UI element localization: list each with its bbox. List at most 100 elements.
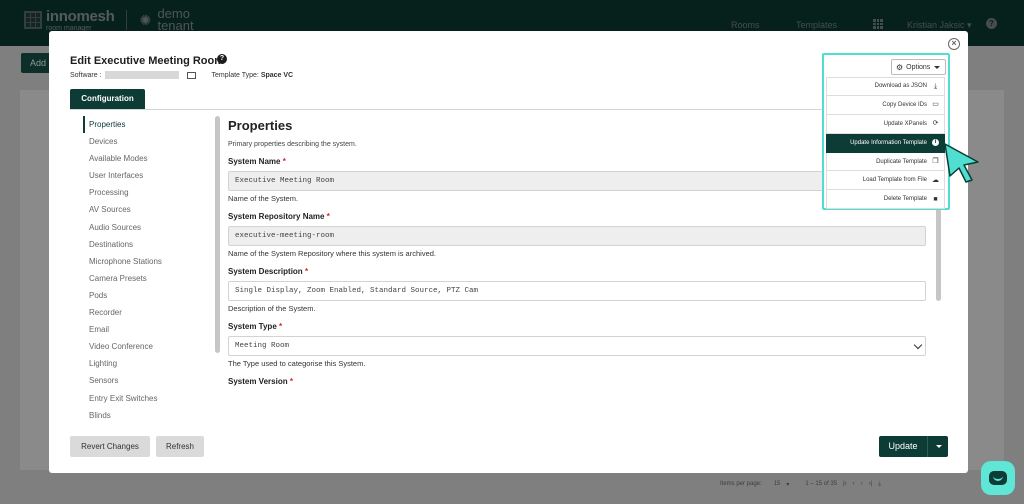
sidebar-item-devices[interactable]: Devices — [83, 133, 213, 150]
edit-template-modal: Edit Executive Meeting Room ? Software :… — [49, 31, 968, 473]
menu-item-download-json[interactable]: Download as JSON ⤓ — [826, 77, 945, 96]
sidebar-item-video-conference[interactable]: Video Conference — [83, 338, 213, 355]
software-line: Software : Template Type: Space VC — [70, 71, 293, 79]
close-icon[interactable]: × — [948, 38, 960, 50]
paginator: Items per page: 15 ▾ 1 – 15 of 35 |‹ ‹ ›… — [720, 478, 1000, 490]
required-mark: * — [289, 377, 293, 386]
tab-divider — [70, 109, 948, 110]
system-repo-field[interactable]: executive-meeting-room — [228, 226, 926, 246]
system-type-select[interactable]: Meeting Room — [228, 336, 926, 356]
sidebar-item-entry-exit-switches[interactable]: Entry Exit Switches — [83, 390, 213, 407]
menu-item-label: Delete Template — [883, 196, 927, 203]
first-page-icon[interactable]: |‹ — [843, 481, 847, 487]
menu-item-update-xpanels[interactable]: Update XPanels ⟳ — [826, 114, 945, 134]
required-mark: * — [282, 157, 286, 166]
sidebar-item-destinations[interactable]: Destinations — [83, 236, 213, 253]
menu-item-duplicate-template[interactable]: Duplicate Template ❐ — [826, 152, 945, 172]
last-page-icon[interactable]: ›| — [869, 481, 873, 487]
items-per-page-label: Items per page: — [720, 481, 762, 487]
sidebar-item-lighting[interactable]: Lighting — [83, 355, 213, 372]
system-version-label-text: System Version — [228, 377, 288, 386]
sidebar-item-processing[interactable]: Processing — [83, 184, 213, 201]
gear-icon: ⚙ — [896, 62, 904, 72]
sync-icon: ⟳ — [932, 120, 939, 128]
sidebar-item-camera-presets[interactable]: Camera Presets — [83, 270, 213, 287]
refresh-button[interactable]: Refresh — [156, 436, 204, 457]
system-type-value: Meeting Room — [235, 342, 290, 350]
sidebar-item-recorder[interactable]: Recorder — [83, 304, 213, 321]
question-icon[interactable]: ? — [217, 54, 227, 64]
update-button[interactable]: Update — [879, 436, 948, 457]
menu-item-load-template-from-file[interactable]: Load Template from File ☁ — [826, 171, 945, 191]
required-mark: * — [304, 267, 309, 276]
next-page-icon[interactable]: › — [861, 481, 863, 487]
template-type: Template Type: Space VC — [212, 72, 294, 79]
menu-item-delete-template[interactable]: Delete Template ■ — [826, 190, 945, 210]
trash-icon: ■ — [933, 195, 938, 203]
sidebar-item-microphone-stations[interactable]: Microphone Stations — [83, 253, 213, 270]
sidebar-item-sensors[interactable]: Sensors — [83, 372, 213, 389]
options-button-label: Options — [906, 63, 931, 71]
options-menu: Download as JSON ⤓ Copy Device IDs ▭ Upd… — [826, 77, 945, 210]
sidebar-item-user-interfaces[interactable]: User Interfaces — [83, 167, 213, 184]
sidebar-item-email[interactable]: Email — [83, 321, 213, 338]
menu-item-copy-device-ids[interactable]: Copy Device IDs ▭ — [826, 95, 945, 115]
range-label: 1 – 15 of 35 — [805, 481, 838, 487]
tab-configuration[interactable]: Configuration — [70, 89, 145, 109]
menu-item-label: Duplicate Template — [876, 158, 927, 165]
chevron-down-icon — [913, 340, 923, 350]
system-description-field[interactable]: Single Display, Zoom Enabled, Standard S… — [228, 281, 926, 301]
chat-support-button[interactable] — [981, 461, 1015, 495]
open-software-icon[interactable] — [186, 71, 196, 79]
revert-changes-button[interactable]: Revert Changes — [70, 436, 150, 457]
menu-item-update-information-template[interactable]: Update Information Template i — [826, 133, 945, 153]
system-description-label: System Description * — [228, 267, 930, 276]
system-repo-label-text: System Repository Name — [228, 212, 325, 221]
sidebar-item-av-sources[interactable]: AV Sources — [83, 201, 213, 218]
sidenav-scrollbar[interactable] — [215, 116, 220, 353]
sidebar-item-available-modes[interactable]: Available Modes — [83, 150, 213, 167]
system-type-label: System Type * — [228, 322, 930, 331]
pointer-cursor-icon — [944, 143, 979, 183]
system-repo-help: Name of the System Repository where this… — [228, 249, 436, 258]
template-type-value: Space VC — [260, 71, 294, 79]
update-button-label: Update — [888, 441, 918, 451]
config-side-nav: Properties Devices Available Modes User … — [83, 116, 213, 418]
options-button[interactable]: ⚙ Options — [891, 59, 946, 75]
sidebar-item-blinds[interactable]: Blinds — [83, 407, 213, 418]
template-type-label: Template Type: — [211, 71, 259, 79]
info-icon: i — [932, 139, 939, 147]
software-label: Software : — [70, 71, 102, 79]
prev-page-icon[interactable]: ‹ — [853, 481, 855, 487]
sidebar-item-audio-sources[interactable]: Audio Sources — [83, 219, 213, 236]
items-per-page-select[interactable]: 15 — [774, 481, 781, 487]
menu-item-label: Load Template from File — [862, 177, 927, 184]
download-icon[interactable]: ⤓ — [878, 481, 881, 488]
sidebar-item-properties[interactable]: Properties — [83, 116, 213, 134]
system-description-help: Description of the System. — [228, 304, 316, 313]
monitor-icon: ▭ — [932, 101, 939, 109]
modal-title: Edit Executive Meeting Room — [70, 55, 225, 67]
menu-item-label: Update Information Template — [850, 139, 927, 146]
menu-item-label: Update XPanels — [883, 120, 927, 127]
menu-item-label: Copy Device IDs — [882, 101, 927, 108]
download-icon: ⤓ — [933, 82, 938, 90]
required-mark: * — [279, 322, 283, 331]
items-per-page-caret-icon: ▾ — [786, 481, 790, 488]
copy-icon: ❐ — [932, 158, 939, 165]
system-name-label-text: System Name — [228, 157, 281, 166]
options-dropdown: ⚙ Options Download as JSON ⤓ Copy Device… — [822, 53, 950, 210]
system-description-label-text: System Description — [228, 267, 303, 276]
system-repo-label: System Repository Name * — [228, 212, 930, 221]
update-menu-caret-icon[interactable] — [927, 436, 948, 457]
system-type-help: The Type used to categorise this System. — [228, 359, 366, 368]
chat-icon — [989, 471, 1007, 485]
caret-down-icon — [934, 65, 941, 69]
menu-item-label: Download as JSON — [874, 83, 927, 90]
required-mark: * — [326, 212, 330, 221]
sidebar-item-pods[interactable]: Pods — [83, 287, 213, 304]
system-version-label: System Version * — [228, 377, 930, 386]
system-type-label-text: System Type — [228, 322, 277, 331]
cloud-upload-icon: ☁ — [932, 176, 939, 184]
software-value-redacted — [104, 71, 179, 79]
